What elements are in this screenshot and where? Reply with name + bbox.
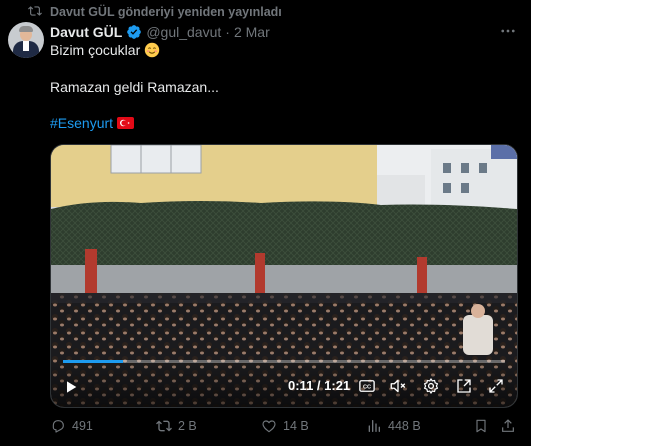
views-count: 448 B xyxy=(388,419,421,433)
captions-icon[interactable]: CC xyxy=(358,377,376,395)
repost-text: Davut GÜL gönderiyi yeniden yayınladı xyxy=(50,5,282,19)
gear-icon[interactable] xyxy=(422,377,440,395)
mute-icon[interactable] xyxy=(389,377,407,395)
author-name[interactable]: Davut GÜL xyxy=(50,24,122,40)
hashtag-link[interactable]: #Esenyurt xyxy=(50,115,113,131)
picture-in-picture-icon[interactable] xyxy=(455,377,473,395)
tweet-text-line-1: Bizim çocuklar 😊 xyxy=(50,42,160,58)
video-progress-fill xyxy=(63,360,124,363)
tweet-actions: 491 2 B 14 B 448 B xyxy=(50,418,516,438)
heart-icon xyxy=(262,420,276,433)
verified-badge-icon xyxy=(126,24,142,40)
tweet-text: Ramazan geldi Ramazan... xyxy=(50,79,219,95)
tweet-header: Davut GÜL @gul_davut · 2 Mar xyxy=(50,23,270,41)
author-handle[interactable]: @gul_davut xyxy=(146,24,221,40)
video-progress-bar[interactable] xyxy=(63,360,505,363)
play-icon[interactable] xyxy=(63,379,79,395)
svg-text:CC: CC xyxy=(363,385,371,391)
share-button[interactable] xyxy=(500,418,516,434)
fullscreen-icon[interactable] xyxy=(487,377,505,395)
reply-icon xyxy=(52,420,64,433)
tweet-card[interactable]: Davut GÜL gönderiyi yeniden yayınladı Da… xyxy=(0,0,531,446)
repost-count: 2 B xyxy=(178,419,197,433)
reply-count: 491 xyxy=(72,419,93,433)
turkey-flag-icon xyxy=(117,117,135,129)
repost-icon xyxy=(28,4,42,21)
reply-button[interactable]: 491 xyxy=(50,418,93,434)
repost-icon xyxy=(156,420,172,432)
share-icon xyxy=(502,419,514,432)
smiling-face-icon xyxy=(145,42,160,58)
avatar[interactable] xyxy=(8,22,44,58)
like-button[interactable]: 14 B xyxy=(261,418,309,434)
views-chart-icon xyxy=(368,420,380,432)
repost-indicator: Davut GÜL gönderiyi yeniden yayınladı xyxy=(28,4,282,20)
video-player[interactable]: 0:11 / 1:21 CC xyxy=(50,144,518,408)
views-button[interactable]: 448 B xyxy=(366,418,421,434)
like-count: 14 B xyxy=(283,419,309,433)
bookmark-button[interactable] xyxy=(473,418,489,434)
repost-button[interactable]: 2 B xyxy=(156,418,197,434)
video-time: 0:11 / 1:21 xyxy=(288,378,351,393)
video-controls xyxy=(51,359,517,407)
tweet-date[interactable]: 2 Mar xyxy=(234,24,270,40)
meta-separator: · xyxy=(225,24,230,40)
tweet-text: Bizim çocuklar xyxy=(50,42,141,58)
tweet-text-line-2: Ramazan geldi Ramazan... xyxy=(50,79,219,95)
more-options-icon[interactable] xyxy=(499,22,517,45)
tweet-text-line-3: #Esenyurt xyxy=(50,115,135,131)
bookmark-icon xyxy=(476,419,486,433)
